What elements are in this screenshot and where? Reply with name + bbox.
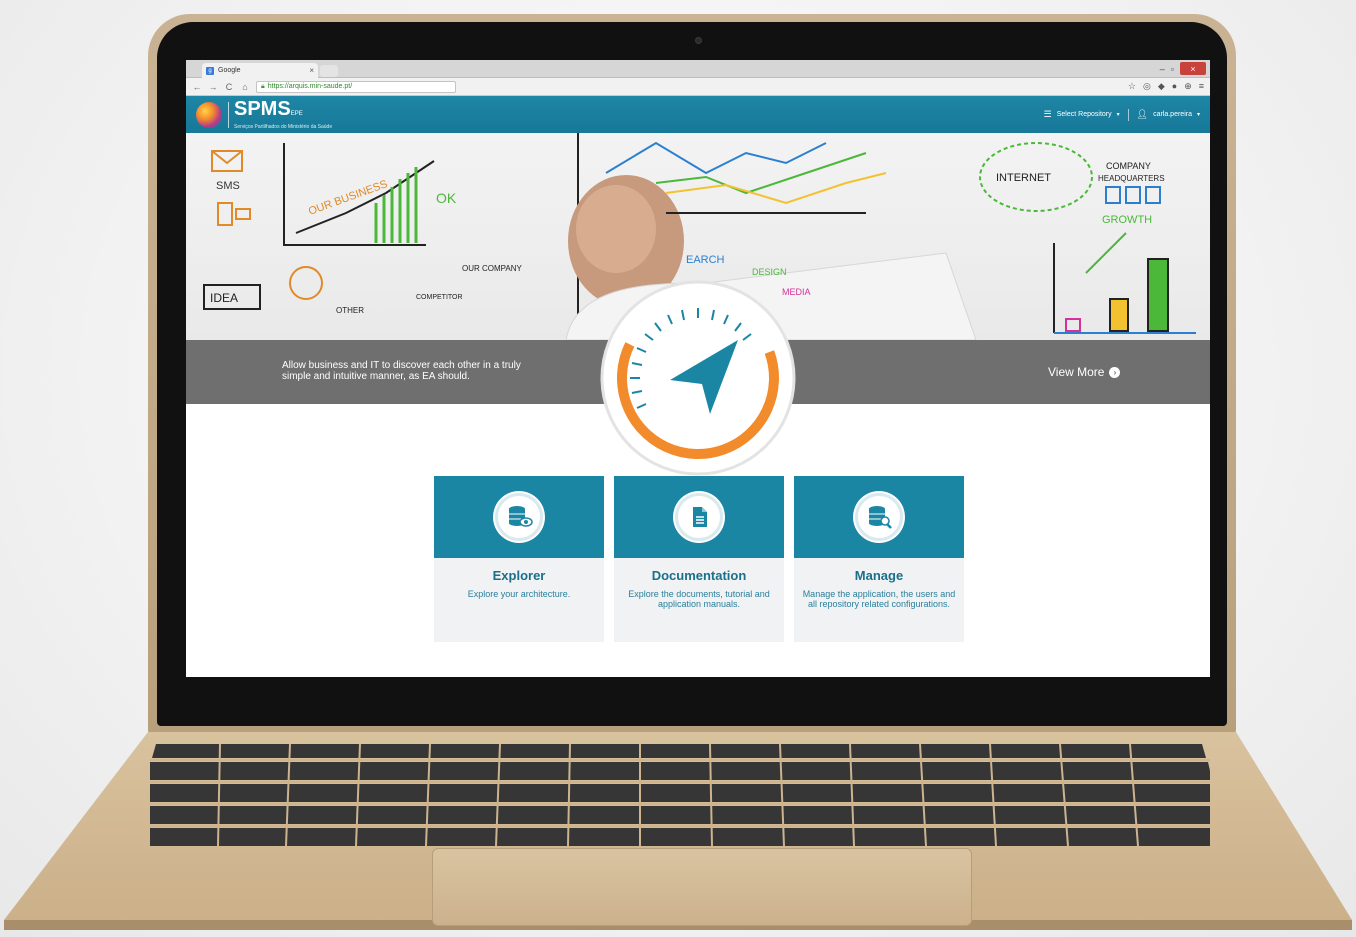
url-text: https://arquis.min-saude.pt/ — [267, 83, 353, 90]
logo[interactable]: SPMSEPE Serviços Partilhados do Ministér… — [234, 99, 332, 130]
extension-icon[interactable]: ⊕ — [1184, 81, 1192, 92]
svg-text:COMPETITOR: COMPETITOR — [416, 294, 463, 301]
document-icon — [675, 493, 723, 541]
trackpad — [432, 848, 972, 926]
minimize-icon[interactable]: – — [1160, 64, 1165, 74]
database-eye-icon — [495, 493, 543, 541]
google-favicon-icon: g — [206, 66, 214, 75]
svg-text:HEADQUARTERS: HEADQUARTERS — [1098, 174, 1165, 183]
logo-suffix: EPE — [290, 111, 303, 117]
tab-bar: g Google × – ▫ × — [186, 60, 1210, 78]
user-menu[interactable]: 👤︎ carla.pereira ▾ — [1137, 109, 1200, 120]
forward-icon[interactable]: → — [208, 82, 218, 92]
svg-text:IDEA: IDEA — [210, 291, 238, 305]
card-description: Explore the documents, tutorial and appl… — [628, 589, 770, 609]
compass-emblem-icon — [598, 278, 798, 478]
feature-cards: Explorer Explore your architecture. Docu… — [434, 476, 964, 642]
browser-tab[interactable]: g Google × — [202, 63, 318, 78]
card-description: Manage the application, the users and al… — [802, 589, 956, 609]
chevron-down-icon: ▾ — [1196, 112, 1200, 118]
svg-text:GROWTH: GROWTH — [1102, 214, 1152, 226]
svg-text:DESIGN: DESIGN — [752, 267, 787, 277]
bookmark-star-icon[interactable]: ☆ — [1128, 81, 1136, 92]
view-more-label: View More — [1048, 365, 1105, 379]
home-icon[interactable]: ⌂ — [240, 82, 250, 92]
card-title: Explorer — [492, 568, 546, 583]
svg-text:OK: OK — [436, 190, 457, 206]
tab-close-icon[interactable]: × — [309, 66, 314, 75]
back-icon[interactable]: ← — [192, 82, 202, 92]
card-documentation[interactable]: Documentation Explore the documents, tut… — [614, 476, 784, 642]
database-icon: ☰ — [1043, 109, 1052, 119]
tab-title: Google — [218, 67, 241, 74]
url-field[interactable]: 🔒︎ https://arquis.min-saude.pt/ — [256, 80, 456, 93]
card-title: Manage — [854, 568, 904, 583]
reload-icon[interactable]: C — [224, 82, 234, 92]
chevron-right-circle-icon: › — [1109, 366, 1121, 378]
spms-logo-icon — [196, 101, 222, 128]
logo-title: SPMS — [234, 98, 291, 120]
database-wrench-icon — [855, 493, 903, 541]
browser-screen: g Google × – ▫ × ← → C ⌂ 🔒︎ https://arqu… — [186, 60, 1210, 677]
keyboard — [134, 738, 1224, 848]
lock-icon: 🔒︎ — [261, 82, 265, 90]
card-explorer[interactable]: Explorer Explore your architecture. — [434, 476, 604, 642]
select-repository-label: Select Repository — [1056, 111, 1112, 118]
app-header: SPMSEPE Serviços Partilhados do Ministér… — [186, 96, 1210, 133]
browser-toolbar-icons: ☆ ◎ ◆ ● ⊕ ≡ — [1128, 81, 1204, 92]
svg-text:INTERNET: INTERNET — [996, 172, 1051, 184]
extension-icon[interactable]: ● — [1172, 81, 1177, 92]
select-repository-dropdown[interactable]: ☰ Select Repository ▾ — [1044, 109, 1120, 120]
svg-text:OUR COMPANY: OUR COMPANY — [462, 264, 523, 273]
card-description: Explore your architecture. — [467, 589, 571, 599]
maximize-icon[interactable]: ▫ — [1171, 64, 1174, 74]
window-close-icon[interactable]: × — [1180, 62, 1206, 75]
card-manage[interactable]: Manage Manage the application, the users… — [794, 476, 964, 642]
card-title: Documentation — [651, 568, 747, 583]
window-controls: – ▫ × — [1160, 62, 1206, 75]
address-bar: ← → C ⌂ 🔒︎ https://arquis.min-saude.pt/ … — [186, 78, 1210, 96]
user-icon: 👤︎ — [1136, 109, 1149, 119]
header-separator — [1127, 108, 1129, 121]
extension-icon[interactable]: ◎ — [1143, 81, 1151, 92]
webcam — [695, 37, 702, 44]
logo-subtitle: Serviços Partilhados do Ministério da Sa… — [234, 124, 333, 130]
menu-icon[interactable]: ≡ — [1199, 81, 1204, 92]
username: carla.pereira — [1153, 111, 1192, 118]
view-more-link[interactable]: View More › — [1048, 365, 1121, 379]
svg-text:SMS: SMS — [216, 180, 240, 192]
svg-text:EARCH: EARCH — [686, 254, 725, 266]
logo-divider — [228, 101, 229, 128]
new-tab-button[interactable] — [320, 65, 338, 77]
svg-text:OTHER: OTHER — [336, 306, 364, 315]
header-actions: ☰ Select Repository ▾ 👤︎ carla.pereira ▾ — [1044, 108, 1200, 121]
svg-text:COMPANY: COMPANY — [1106, 161, 1151, 171]
chevron-down-icon: ▾ — [1116, 112, 1120, 118]
extension-icon[interactable]: ◆ — [1158, 81, 1165, 92]
hero-caption: Allow business and IT to discover each o… — [282, 360, 521, 382]
